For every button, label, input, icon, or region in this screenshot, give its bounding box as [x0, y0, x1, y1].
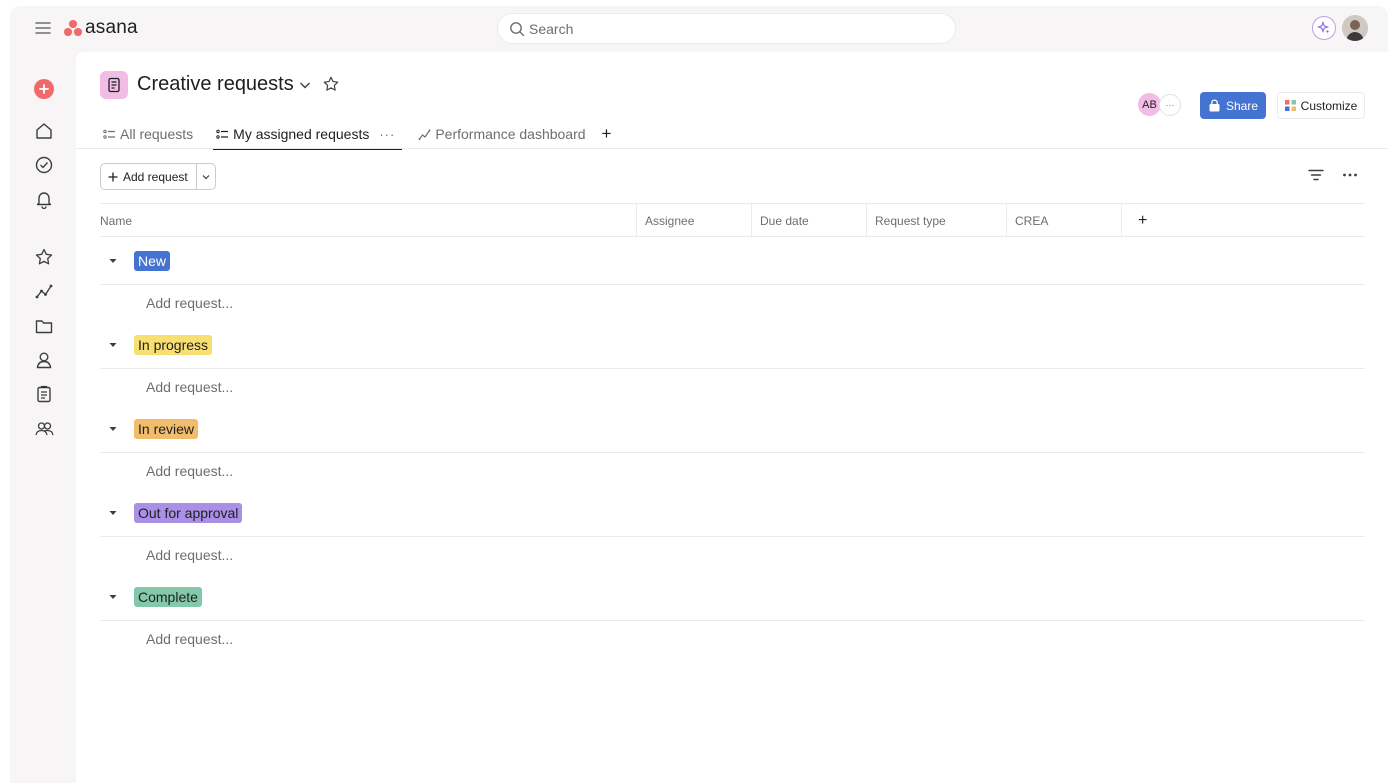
home-icon[interactable]	[33, 120, 55, 142]
add-request-button[interactable]: Add request	[101, 164, 196, 189]
caret-down-icon[interactable]	[100, 256, 134, 266]
section-header: New	[100, 237, 1365, 285]
section-complete: Complete Add request...	[100, 573, 1365, 657]
search-input[interactable]	[529, 20, 929, 37]
section-label[interactable]: Out for approval	[134, 502, 243, 523]
create-icon	[34, 79, 54, 99]
top-bar: asana	[10, 6, 1388, 52]
section-out-for-approval: Out for approval Add request...	[100, 489, 1365, 573]
chevron-down-icon[interactable]	[298, 78, 312, 97]
my-tasks-icon[interactable]	[33, 154, 55, 176]
customize-label: Customize	[1300, 98, 1358, 113]
portfolios-icon[interactable]	[33, 349, 55, 371]
plus-icon	[108, 171, 118, 182]
caret-down-icon[interactable]	[100, 592, 134, 602]
inbox-icon[interactable]	[33, 188, 55, 210]
tab-more-options[interactable]: ···	[379, 127, 395, 142]
ai-assistant-button[interactable]	[1312, 16, 1336, 40]
asana-logo[interactable]: asana	[64, 17, 138, 39]
table-header: Name Assignee Due date Request type CREA…	[100, 203, 1365, 237]
lock-icon	[1209, 99, 1220, 112]
section-label[interactable]: In progress	[134, 334, 213, 355]
list-icon	[216, 129, 229, 139]
add-request-row[interactable]: Add request...	[100, 453, 1365, 489]
caret-down-icon[interactable]	[100, 508, 134, 518]
favorites-icon[interactable]	[33, 246, 55, 268]
project-title[interactable]: Creative requests	[137, 73, 294, 96]
tab-label: All requests	[120, 126, 194, 142]
reporting-icon[interactable]	[33, 280, 55, 302]
view-tabs: All requests My assigned requests ··· Pe…	[100, 118, 611, 150]
app-window: asana Search Creative requests AB ··· Sh…	[10, 6, 1388, 783]
create-button[interactable]	[33, 78, 55, 100]
section-new: New Add request...	[100, 237, 1365, 321]
sparkle-icon	[1317, 21, 1330, 34]
projects-icon[interactable]	[33, 315, 55, 337]
section-header: Complete	[100, 573, 1365, 621]
teams-icon[interactable]	[33, 418, 55, 440]
list-icon	[103, 129, 115, 139]
add-request-label: Add request	[123, 169, 188, 184]
tab-my-assigned-requests[interactable]: My assigned requests ···	[213, 118, 403, 150]
project-members[interactable]: AB ···	[1136, 91, 1181, 118]
brand-name: asana	[85, 17, 138, 38]
add-tab-icon[interactable]: +	[602, 124, 612, 144]
section-in-review: In review Add request...	[100, 405, 1365, 489]
column-assignee[interactable]: Assignee	[637, 204, 752, 237]
main-panel: Creative requests AB ··· Share Customize…	[76, 52, 1388, 783]
sidebar	[10, 52, 76, 783]
search-icon	[510, 21, 525, 36]
section-header: In progress	[100, 321, 1365, 369]
chevron-down-icon	[202, 174, 210, 179]
caret-down-icon[interactable]	[100, 340, 134, 350]
column-name[interactable]: Name	[100, 204, 637, 237]
section-in-progress: In progress Add request...	[100, 321, 1365, 405]
add-request-dropdown[interactable]	[195, 164, 215, 189]
tabs-divider	[76, 148, 1388, 149]
section-label[interactable]: In review	[134, 418, 199, 439]
add-request-row[interactable]: Add request...	[100, 537, 1365, 573]
add-column-button[interactable]: +	[1122, 204, 1162, 237]
search-bar[interactable]	[497, 13, 956, 44]
goals-icon[interactable]	[33, 383, 55, 405]
section-header: In review	[100, 405, 1365, 453]
tab-all-requests[interactable]: All requests	[100, 118, 196, 150]
add-request-button-group: Add request	[100, 163, 216, 190]
share-label: Share	[1225, 98, 1259, 113]
tab-performance-dashboard[interactable]: Performance dashboard	[415, 118, 588, 150]
user-avatar[interactable]	[1342, 15, 1368, 41]
more-options-icon[interactable]	[1341, 166, 1359, 189]
column-crea[interactable]: CREA	[1007, 204, 1122, 237]
star-icon[interactable]	[322, 75, 340, 98]
more-members[interactable]: ···	[1159, 93, 1181, 116]
tab-label: Performance dashboard	[435, 126, 586, 142]
add-request-row[interactable]: Add request...	[100, 285, 1365, 321]
tab-label: My assigned requests	[233, 126, 370, 142]
customize-icon	[1284, 100, 1296, 111]
sections-list: New Add request... In progress Add reque…	[100, 237, 1365, 657]
menu-icon[interactable]	[34, 19, 52, 37]
filter-icon[interactable]	[1307, 166, 1325, 189]
section-label[interactable]: Complete	[134, 586, 202, 607]
column-request-type[interactable]: Request type	[867, 204, 1007, 237]
column-due-date[interactable]: Due date	[752, 204, 867, 237]
asana-logo-icon	[64, 20, 82, 36]
customize-button[interactable]: Customize	[1277, 92, 1365, 119]
section-header: Out for approval	[100, 489, 1365, 537]
share-button[interactable]: Share	[1200, 92, 1266, 119]
caret-down-icon[interactable]	[100, 424, 134, 434]
add-request-row[interactable]: Add request...	[100, 369, 1365, 405]
section-label[interactable]: New	[134, 250, 171, 271]
add-request-row[interactable]: Add request...	[100, 621, 1365, 657]
dashboard-icon	[418, 129, 431, 140]
project-icon[interactable]	[100, 71, 128, 99]
